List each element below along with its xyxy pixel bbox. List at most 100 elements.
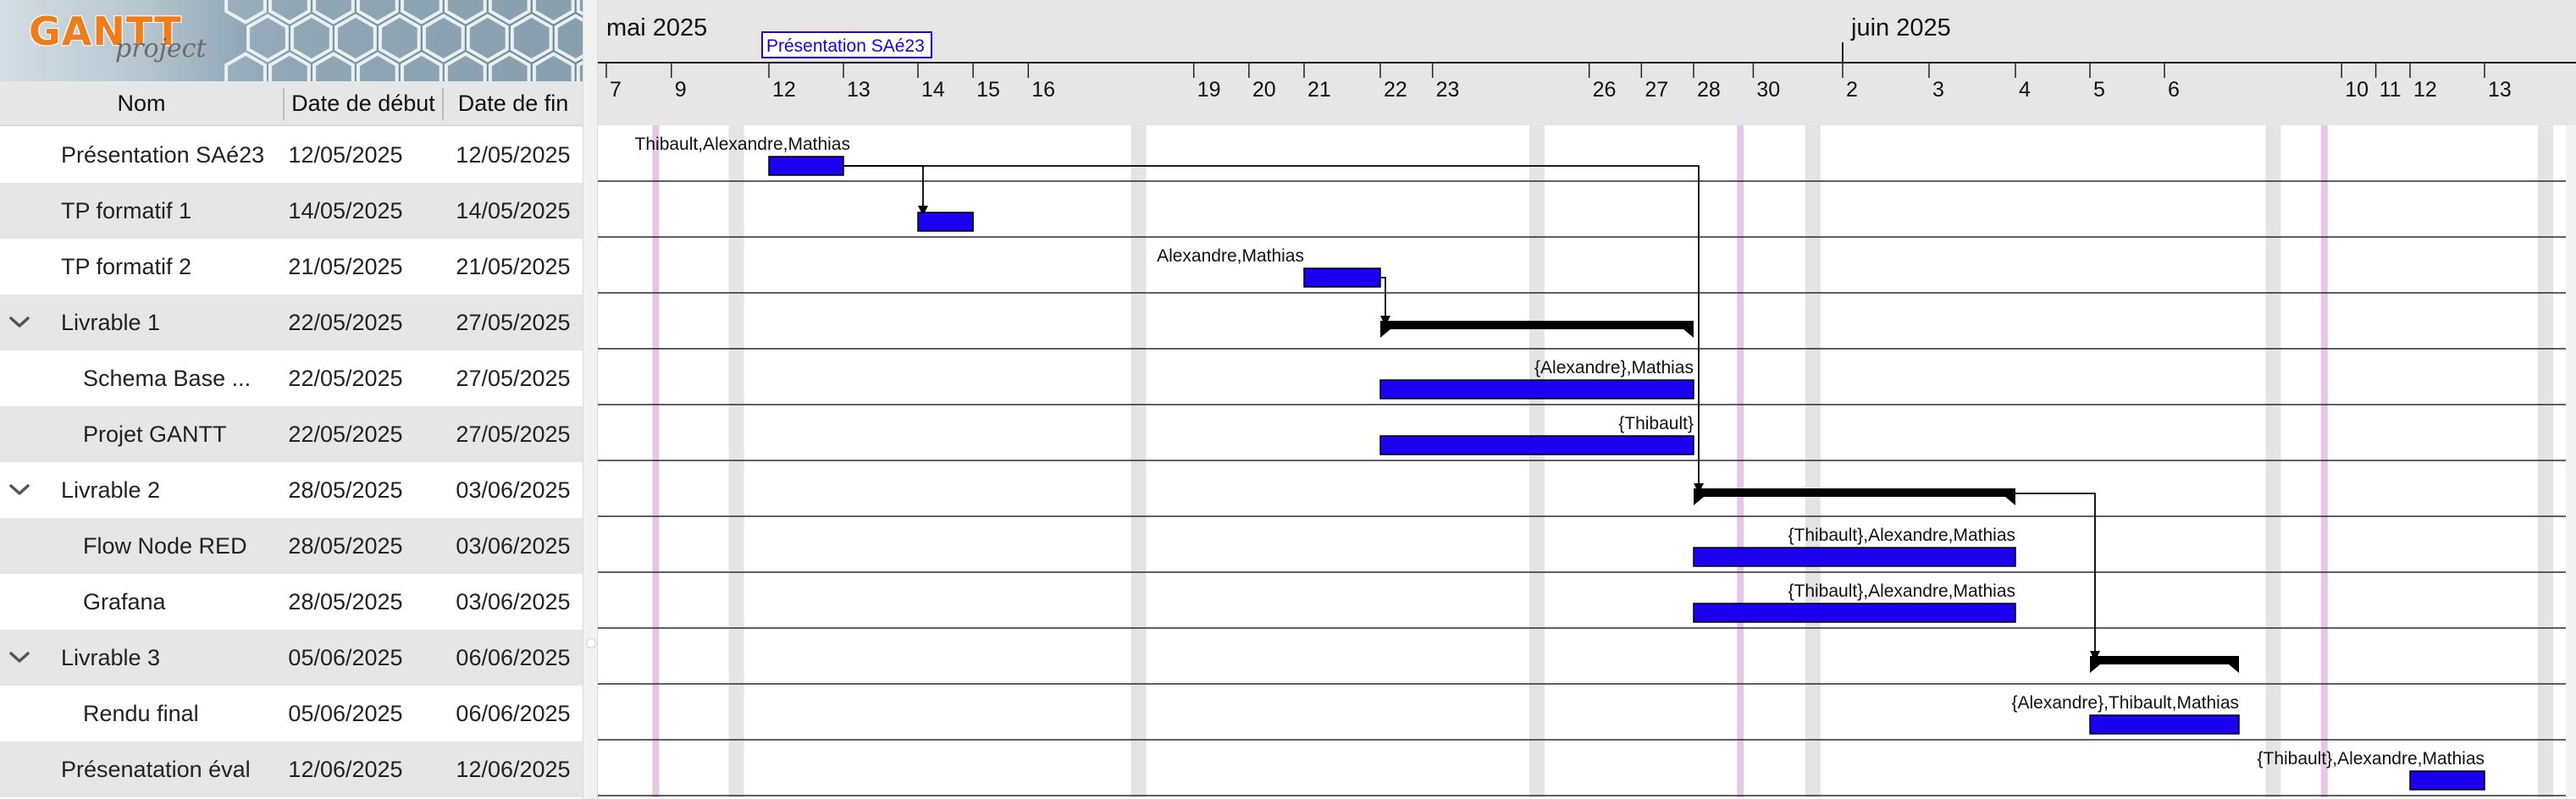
task-bar[interactable] (2089, 714, 2240, 735)
day-tick-label: 15 (976, 78, 1000, 102)
summary-bar-end (2229, 664, 2239, 673)
task-end-date: 14/05/2025 (456, 198, 571, 223)
weekend-column (1529, 125, 1545, 797)
logo-hexagon (379, 14, 421, 63)
day-tick-label: 28 (1697, 78, 1721, 102)
dependency-arrow[interactable] (843, 165, 924, 206)
task-bar[interactable] (1379, 379, 1694, 400)
task-resource-label: {Thibault},Alexandre,Mathias (2258, 749, 2485, 769)
task-name: Présentation SAé23 (61, 142, 265, 168)
task-start-date: 22/05/2025 (288, 422, 403, 447)
task-bar[interactable] (917, 212, 974, 232)
logo-hexagon (510, 14, 553, 63)
task-bar[interactable] (1379, 435, 1694, 455)
task-row[interactable]: Présentation SAé23 12/05/2025 12/05/2025 (0, 127, 583, 183)
task-end-date: 06/06/2025 (456, 701, 571, 726)
logo-hexagon (290, 14, 333, 63)
splitter[interactable] (583, 0, 598, 799)
task-name: Schema Base ... (83, 366, 252, 391)
task-row[interactable]: Grafana 28/05/2025 03/06/2025 (0, 574, 583, 630)
task-end-date: 27/05/2025 (456, 422, 571, 447)
task-start-date: 05/06/2025 (288, 645, 403, 670)
task-bar[interactable] (1303, 267, 1381, 288)
column-header-start[interactable]: Date de début (285, 81, 442, 125)
task-row[interactable]: Livrable 1 22/05/2025 27/05/2025 (0, 295, 583, 350)
task-start-date: 28/05/2025 (288, 589, 403, 614)
day-tick-label: 12 (772, 78, 796, 102)
chevron-down-icon[interactable] (7, 310, 32, 335)
day-tick-label: 3 (1932, 78, 1944, 102)
task-row[interactable]: Présenatation éval 12/06/2025 12/06/2025 (0, 741, 583, 797)
splitter-handle-icon[interactable] (586, 638, 596, 648)
task-row[interactable]: TP formatif 2 21/05/2025 21/05/2025 (0, 239, 583, 295)
summary-bar-start (2090, 664, 2100, 673)
task-name: Grafana (83, 589, 166, 614)
day-tick-label: 4 (2019, 78, 2031, 102)
task-end-date: 27/05/2025 (456, 310, 571, 335)
logo-hexagon (312, 52, 355, 81)
task-name: Livrable 1 (61, 310, 161, 335)
task-name: Projet GANTT (83, 422, 227, 447)
task-row[interactable]: Livrable 3 05/06/2025 06/06/2025 (0, 630, 583, 686)
task-resource-label: {Thibault},Alexandre,Mathias (1788, 581, 2016, 601)
task-name: TP formatif 2 (61, 254, 192, 279)
task-start-date: 12/06/2025 (288, 757, 403, 782)
chevron-down-icon[interactable] (7, 477, 32, 503)
column-header-name[interactable]: Nom (0, 81, 283, 125)
task-name: Livrable 3 (61, 645, 161, 670)
day-tick-label: 27 (1645, 78, 1668, 102)
day-tick-label: 23 (1436, 78, 1460, 102)
task-bar[interactable] (1693, 603, 2016, 623)
ganttproject-logo: GANTT project (0, 0, 583, 81)
day-tick-label: 2 (1846, 78, 1858, 102)
logo-hexagon (268, 52, 311, 81)
summary-bar[interactable] (1380, 321, 1694, 329)
task-row[interactable]: Flow Node RED 28/05/2025 03/06/2025 (0, 518, 583, 574)
day-tick-label: 13 (2488, 78, 2512, 102)
task-row[interactable]: TP formatif 1 14/05/2025 14/05/2025 (0, 183, 583, 239)
task-resource-label: {Thibault} (1618, 414, 1694, 433)
month-label: mai 2025 (606, 14, 707, 41)
chevron-down-icon[interactable] (7, 645, 32, 670)
task-row[interactable]: Projet GANTT 22/05/2025 27/05/2025 (0, 406, 583, 462)
task-end-date: 12/05/2025 (456, 142, 571, 168)
weekend-column (2538, 125, 2553, 797)
column-header-end[interactable]: Date de fin (444, 81, 583, 125)
day-tick-label: 16 (1031, 78, 1055, 102)
task-row[interactable]: Livrable 2 28/05/2025 03/06/2025 (0, 462, 583, 518)
logo-hexagon (466, 14, 509, 63)
day-tick-label: 22 (1384, 78, 1407, 102)
dependency-arrow[interactable] (1380, 277, 1386, 316)
task-resource-label: {Thibault},Alexandre,Mathias (1788, 526, 2016, 545)
day-tick-label: 14 (921, 78, 945, 102)
summary-bar[interactable] (1694, 488, 2015, 497)
task-start-date: 12/05/2025 (288, 142, 403, 168)
task-bar[interactable] (2409, 770, 2485, 791)
day-tick-label: 11 (2380, 78, 2402, 102)
task-resource-label: {Alexandre},Thibault,Mathias (2012, 693, 2240, 713)
day-tick-label: 10 (2345, 78, 2369, 102)
task-name: TP formatif 1 (61, 198, 192, 223)
task-name: Présenatation éval (61, 757, 251, 782)
task-start-date: 21/05/2025 (288, 254, 403, 279)
chart-scroll-edge[interactable] (2566, 125, 2576, 797)
task-bar[interactable] (768, 156, 844, 176)
gantt-chart[interactable]: mai 2025 juin 2025 Présentation SAé23 7 9 12 1… (598, 0, 2576, 799)
logo-hexagon (401, 52, 443, 81)
task-row[interactable]: Schema Base ... 22/05/2025 27/05/2025 (0, 350, 583, 406)
task-resource-label: Alexandre,Mathias (1157, 246, 1304, 266)
holiday-column (1737, 125, 1744, 797)
task-resource-label: {Alexandre},Mathias (1534, 358, 1694, 377)
weekend-column (1130, 125, 1147, 797)
task-start-date: 05/06/2025 (288, 701, 403, 726)
summary-bar-end (1683, 329, 1694, 338)
milestone-label: Présentation SAé23 (766, 36, 925, 56)
logo-hexagon (334, 14, 377, 63)
task-bar[interactable] (1693, 547, 2016, 567)
task-row[interactable]: Rendu final 05/06/2025 06/06/2025 (0, 686, 583, 741)
task-end-date: 03/06/2025 (456, 589, 571, 614)
summary-bar[interactable] (2090, 656, 2239, 664)
day-tick-label: 20 (1252, 78, 1276, 102)
logo-hexagon (357, 52, 399, 81)
task-name: Rendu final (83, 701, 199, 726)
